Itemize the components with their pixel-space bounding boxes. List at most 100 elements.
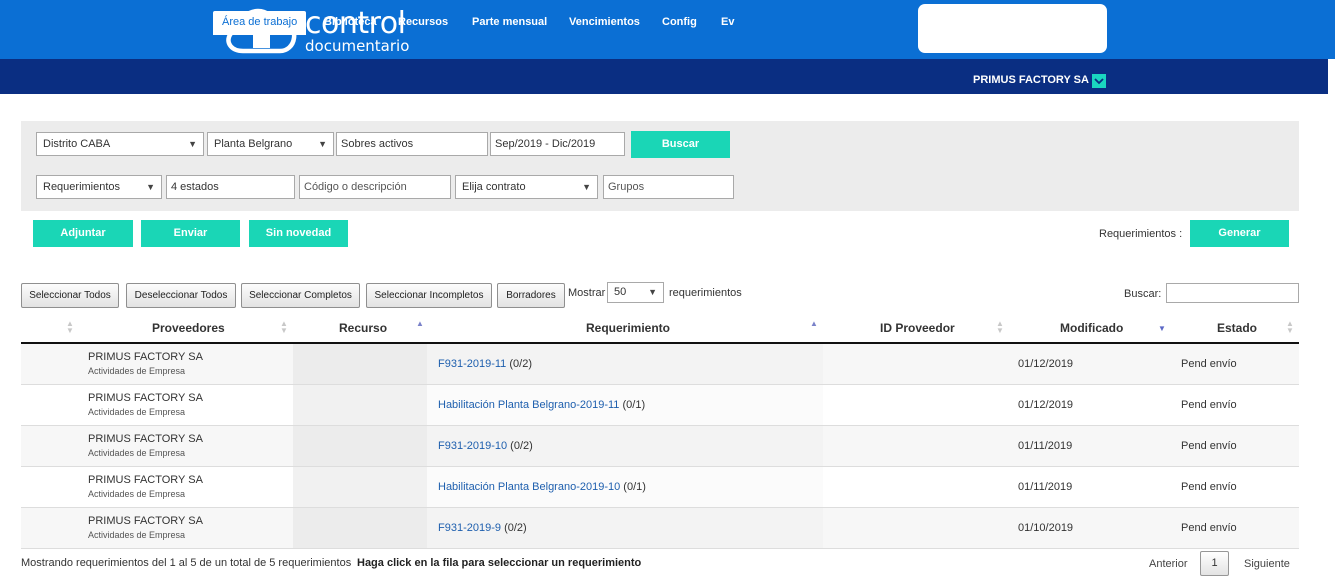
generar-button[interactable]: Generar <box>1190 220 1289 247</box>
col-modificado[interactable]: Modificado <box>1060 321 1123 335</box>
requerimiento-count: (0/1) <box>623 481 646 493</box>
table-row[interactable]: PRIMUS FACTORY SA Actividades de Empresa… <box>21 467 1299 508</box>
cell-proveedor: PRIMUS FACTORY SA <box>88 474 203 486</box>
col-proveedores[interactable]: Proveedores <box>152 321 225 335</box>
header-white-panel <box>918 4 1107 53</box>
cell-modificado: 01/11/2019 <box>1018 481 1073 493</box>
sort-icon[interactable]: ▲ ▼ <box>996 320 1004 335</box>
cell-proveedor: PRIMUS FACTORY SA <box>88 433 203 445</box>
distrito-value: Distrito CABA <box>43 138 111 150</box>
company-dropdown-toggle[interactable] <box>1092 74 1106 88</box>
pagination-next[interactable]: Siguiente <box>1244 558 1290 570</box>
requerimiento-link[interactable]: F931-2019-10 <box>438 440 507 452</box>
mostrar-label: Mostrar <box>568 287 606 299</box>
seleccionar-todos-button[interactable]: Seleccionar Todos <box>21 283 119 308</box>
table-row[interactable]: PRIMUS FACTORY SA Actividades de Empresa… <box>21 344 1299 385</box>
table-header: ▲ ▼ Proveedores ▲ ▼ Recurso ▲ Requerimient… <box>21 315 1299 344</box>
chevron-down-icon <box>1094 78 1104 85</box>
col-id-proveedor[interactable]: ID Proveedor <box>880 321 955 335</box>
requerimiento-link[interactable]: Habilitación Planta Belgrano-2019-11 <box>438 399 619 411</box>
requerimiento-link[interactable]: F931-2019-9 <box>438 522 501 534</box>
seleccionar-completos-button[interactable]: Seleccionar Completos <box>241 283 360 308</box>
table-row[interactable]: PRIMUS FACTORY SA Actividades de Empresa… <box>21 385 1299 426</box>
buscar-label: Buscar: <box>1124 288 1162 300</box>
sobres-value: Sobres activos <box>341 138 414 150</box>
cell-estado: Pend envío <box>1181 481 1237 493</box>
cell-recurso <box>293 344 427 384</box>
adjuntar-button[interactable]: Adjuntar <box>33 220 133 247</box>
planta-value: Planta Belgrano <box>214 138 293 150</box>
periodo-value: Sep/2019 - Dic/2019 <box>495 138 596 150</box>
sort-icon[interactable]: ▲ ▼ <box>66 320 74 335</box>
cell-proveedor-sub: Actividades de Empresa <box>88 489 186 499</box>
tab-biblioteca[interactable]: Biblioteca <box>324 12 377 35</box>
table-hint: Haga click en la fila para seleccionar u… <box>357 557 642 569</box>
seleccionar-incompletos-button[interactable]: Seleccionar Incompletos <box>366 283 492 308</box>
cell-requerimiento: Habilitación Planta Belgrano-2019-11 (0/… <box>438 399 645 411</box>
codigo-placeholder: Código o descripción <box>304 181 407 193</box>
cell-requerimiento: F931-2019-10 (0/2) <box>438 440 533 452</box>
estados-input[interactable]: 4 estados <box>166 175 295 199</box>
cell-proveedor-sub: Actividades de Empresa <box>88 407 186 417</box>
page-size-select[interactable]: 50 ▼ <box>607 282 664 303</box>
buscar-button[interactable]: Buscar <box>631 131 730 158</box>
cell-proveedor-sub: Actividades de Empresa <box>88 366 186 376</box>
sin-novedad-button[interactable]: Sin novedad <box>249 220 348 247</box>
cell-modificado: 01/12/2019 <box>1018 358 1074 370</box>
cell-estado: Pend envío <box>1181 522 1237 534</box>
tab-parte-mensual[interactable]: Parte mensual <box>472 12 547 35</box>
table-row[interactable]: PRIMUS FACTORY SA Actividades de Empresa… <box>21 508 1299 549</box>
sort-icon[interactable]: ▲ ▼ <box>280 320 288 335</box>
dropdown-arrow-icon: ▼ <box>146 182 155 192</box>
pagination-page-1[interactable]: 1 <box>1200 551 1229 576</box>
grupos-input[interactable]: Grupos <box>603 175 734 199</box>
page-size-suffix: requerimientos <box>669 287 742 299</box>
cell-modificado: 01/10/2019 <box>1018 522 1074 534</box>
pagination-previous[interactable]: Anterior <box>1149 558 1188 570</box>
table-row[interactable]: PRIMUS FACTORY SA Actividades de Empresa… <box>21 426 1299 467</box>
distrito-select[interactable]: Distrito CABA ▼ <box>36 132 204 156</box>
col-estado[interactable]: Estado <box>1217 321 1257 335</box>
requerimiento-link[interactable]: Habilitación Planta Belgrano-2019-10 <box>438 481 620 493</box>
requerimiento-link[interactable]: F931-2019-11 <box>438 358 506 370</box>
codigo-input[interactable]: Código o descripción <box>299 175 451 199</box>
sort-asc-icon[interactable]: ▲ <box>416 320 424 328</box>
tab-ev[interactable]: Ev <box>721 12 734 35</box>
cell-requerimiento: Habilitación Planta Belgrano-2019-10 (0/… <box>438 481 646 493</box>
col-requerimiento[interactable]: Requerimiento <box>586 321 670 335</box>
requerimiento-count: (0/2) <box>504 522 527 534</box>
table-search-input[interactable] <box>1166 283 1299 303</box>
sort-icon[interactable]: ▲ ▼ <box>1286 320 1294 335</box>
cell-estado: Pend envío <box>1181 440 1237 452</box>
sort-desc-icon[interactable]: ▼ <box>1158 325 1166 333</box>
tab-config[interactable]: Config <box>662 12 697 35</box>
cell-proveedor: PRIMUS FACTORY SA <box>88 351 203 363</box>
tab-vencimientos[interactable]: Vencimientos <box>569 12 640 35</box>
grupos-placeholder: Grupos <box>608 181 645 193</box>
planta-select[interactable]: Planta Belgrano ▼ <box>207 132 334 156</box>
contrato-select[interactable]: Elija contrato ▼ <box>455 175 598 199</box>
cell-proveedor: PRIMUS FACTORY SA <box>88 515 203 527</box>
sort-asc-icon[interactable]: ▲ <box>810 320 818 328</box>
tipo-select[interactable]: Requerimientos ▼ <box>36 175 162 199</box>
cell-recurso <box>293 385 427 425</box>
tipo-value: Requerimientos <box>43 181 121 193</box>
tab-area-de-trabajo[interactable]: Área de trabajo <box>213 11 307 35</box>
contrato-value: Elija contrato <box>462 181 526 193</box>
cell-proveedor-sub: Actividades de Empresa <box>88 448 186 458</box>
borradores-button[interactable]: Borradores <box>497 283 565 308</box>
deseleccionar-todos-button[interactable]: Deseleccionar Todos <box>126 283 236 308</box>
logo-subtitle: documentario <box>305 36 410 55</box>
dropdown-arrow-icon: ▼ <box>188 139 197 149</box>
col-recurso[interactable]: Recurso <box>339 321 387 335</box>
sobres-input[interactable]: Sobres activos <box>336 132 488 156</box>
cell-recurso <box>293 426 427 466</box>
enviar-button[interactable]: Enviar <box>141 220 240 247</box>
tab-recursos[interactable]: Recursos <box>398 12 448 35</box>
table-info: Mostrando requerimientos del 1 al 5 de u… <box>21 557 352 569</box>
periodo-input[interactable]: Sep/2019 - Dic/2019 <box>490 132 625 156</box>
company-name[interactable]: PRIMUS FACTORY SA <box>973 74 1089 86</box>
cell-estado: Pend envío <box>1181 399 1237 411</box>
requerimiento-count: (0/2) <box>509 358 532 370</box>
cell-requerimiento: F931-2019-11 (0/2) <box>438 358 532 370</box>
